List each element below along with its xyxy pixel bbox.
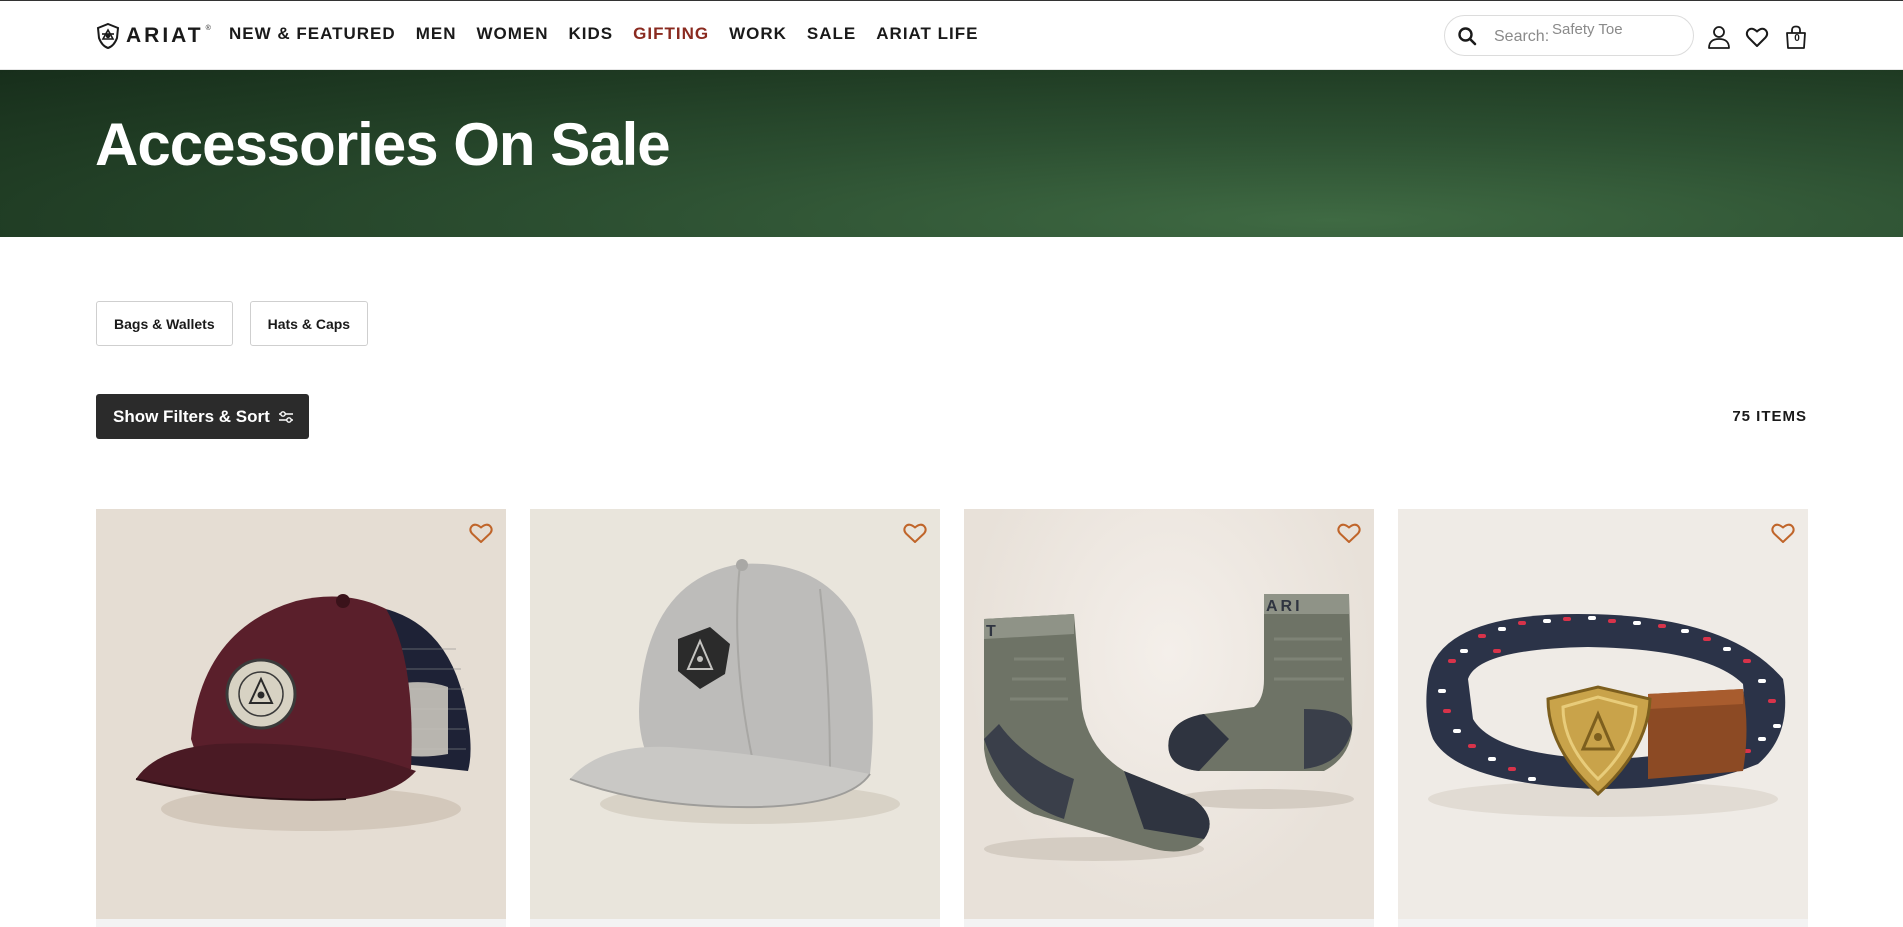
- bag-count: 0: [1794, 33, 1800, 44]
- heart-outline-icon[interactable]: [468, 521, 494, 545]
- product-card[interactable]: ARI T: [964, 509, 1374, 927]
- nav-work[interactable]: WORK: [729, 24, 787, 44]
- heart-outline-icon[interactable]: [1336, 521, 1362, 545]
- show-filters-sort-button[interactable]: Show Filters & Sort: [96, 394, 309, 439]
- logo-wordmark: ARIAT: [126, 24, 204, 47]
- hero-banner: Accessories On Sale: [0, 70, 1903, 237]
- card-info-strip: [964, 919, 1374, 927]
- product-card[interactable]: [1398, 509, 1808, 927]
- category-chips: Bags & Wallets Hats & Caps: [96, 301, 369, 346]
- product-image-grey-cap[interactable]: [530, 509, 940, 919]
- main-nav: NEW & FEATURED MEN WOMEN KIDS GIFTING WO…: [229, 24, 979, 44]
- sliders-icon: [278, 410, 293, 423]
- belt-illustration: [1426, 614, 1786, 817]
- product-grid: ARI T: [96, 509, 1808, 927]
- filter-button-label: Show Filters & Sort: [113, 406, 270, 426]
- ariat-shield-icon: [96, 23, 120, 49]
- nav-gifting[interactable]: GIFTING: [633, 24, 709, 44]
- search-box[interactable]: Search:: [1444, 15, 1694, 56]
- site-header: ARIAT ® NEW & FEATURED MEN WOMEN KIDS GI…: [0, 0, 1903, 70]
- page-title: Accessories On Sale: [95, 111, 671, 178]
- product-image-trucker-cap[interactable]: [96, 509, 506, 919]
- product-image-belt[interactable]: [1398, 509, 1808, 919]
- heart-icon[interactable]: [1745, 25, 1769, 49]
- heart-outline-icon[interactable]: [1770, 521, 1796, 545]
- nav-new-featured[interactable]: NEW & FEATURED: [229, 24, 396, 44]
- search-icon[interactable]: [1457, 26, 1477, 46]
- trucker-cap-illustration: [135, 594, 471, 831]
- nav-women[interactable]: WOMEN: [476, 24, 548, 44]
- logo-registered-mark: ®: [205, 24, 211, 32]
- nav-sale[interactable]: SALE: [807, 24, 856, 44]
- ariat-logo[interactable]: ARIAT ®: [96, 21, 215, 51]
- items-count: 75 ITEMS: [1732, 408, 1807, 425]
- nav-men[interactable]: MEN: [416, 24, 457, 44]
- card-info-strip: [96, 919, 506, 927]
- grey-cap-illustration: [569, 559, 900, 824]
- product-image-socks[interactable]: ARI T: [964, 509, 1374, 919]
- heart-outline-icon[interactable]: [902, 521, 928, 545]
- product-card[interactable]: [530, 509, 940, 927]
- svg-text:T: T: [986, 623, 996, 640]
- search-label: Search:: [1494, 28, 1550, 45]
- socks-illustration: ARI T: [984, 594, 1354, 861]
- card-info-strip: [530, 919, 940, 927]
- nav-ariat-life[interactable]: ARIAT LIFE: [876, 24, 978, 44]
- product-card[interactable]: [96, 509, 506, 927]
- svg-text:ARI: ARI: [1266, 598, 1303, 615]
- chip-bags-wallets[interactable]: Bags & Wallets: [96, 301, 233, 346]
- user-icon[interactable]: [1707, 25, 1731, 49]
- card-info-strip: [1398, 919, 1808, 927]
- search-input[interactable]: [1552, 18, 1682, 40]
- chip-hats-caps[interactable]: Hats & Caps: [249, 301, 369, 346]
- nav-kids[interactable]: KIDS: [569, 24, 614, 44]
